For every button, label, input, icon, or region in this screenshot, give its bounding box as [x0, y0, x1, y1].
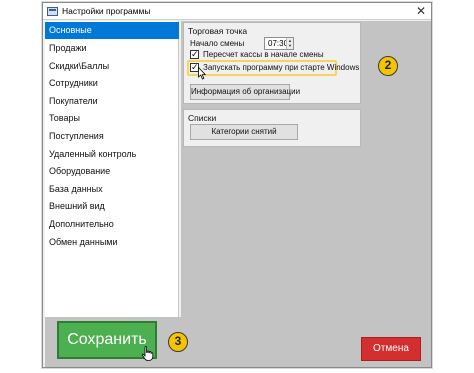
app-icon: [47, 7, 58, 16]
sidebar-item-additional[interactable]: Дополнительно: [45, 216, 179, 233]
settings-content: Торговая точка Начало смены 07:30 ▲ ▼ ✓ П…: [181, 21, 431, 317]
sidebar-item-receipts[interactable]: Поступления: [45, 128, 179, 145]
close-icon[interactable]: ✕: [413, 4, 429, 18]
org-info-button[interactable]: Информация об организации: [190, 84, 300, 100]
lists-title: Списки: [188, 113, 217, 123]
hand-pointer-icon: [141, 346, 154, 361]
sidebar-item-equipment[interactable]: Оборудование: [45, 163, 179, 180]
sidebar-item-appearance[interactable]: Внешний вид: [45, 198, 179, 215]
sidebar-item-database[interactable]: База данных: [45, 181, 179, 198]
sidebar-item-data-exchange[interactable]: Обмен данными: [45, 234, 179, 251]
sidebar-item-sales[interactable]: Продажи: [45, 40, 179, 57]
trading-point-title: Торговая точка: [188, 26, 248, 36]
sidebar-item-employees[interactable]: Сотрудники: [45, 75, 179, 92]
time-spinner[interactable]: ▲ ▼: [286, 38, 293, 49]
sidebar-item-products[interactable]: Товары: [45, 110, 179, 127]
cursor-arrow-icon: [198, 67, 206, 80]
footer-bar: Сохранить 3 Отмена: [45, 317, 431, 367]
window-title: Настройки программы: [62, 6, 151, 16]
shift-start-label: Начало смены: [190, 39, 245, 48]
step-3-badge: 3: [168, 332, 188, 352]
withdrawal-categories-button[interactable]: Категории снятий: [190, 124, 298, 140]
cancel-button[interactable]: Отмена: [361, 337, 421, 361]
recount-checkbox[interactable]: ✓: [190, 50, 199, 59]
title-bar: Настройки программы ✕: [43, 3, 431, 20]
settings-window: Настройки программы ✕ Основные Продажи С…: [42, 2, 432, 368]
autostart-label: Запускать программу при старте Windows: [203, 63, 360, 72]
recount-label: Пересчет кассы в начале смены: [203, 50, 324, 59]
trading-point-group: Торговая точка Начало смены 07:30 ▲ ▼ ✓ П…: [183, 22, 361, 104]
sidebar-item-discounts[interactable]: Скидки\Баллы: [45, 58, 179, 75]
lists-group: Списки Категории снятий: [183, 109, 361, 147]
shift-start-input[interactable]: 07:30 ▲ ▼: [264, 37, 294, 50]
settings-sidebar: Основные Продажи Скидки\Баллы Сотрудники…: [45, 21, 179, 317]
step-2-badge: 2: [378, 56, 398, 76]
sidebar-item-main[interactable]: Основные: [45, 22, 179, 39]
sidebar-item-remote-control[interactable]: Удаленный контроль: [45, 146, 179, 163]
sidebar-item-customers[interactable]: Покупатели: [45, 93, 179, 110]
